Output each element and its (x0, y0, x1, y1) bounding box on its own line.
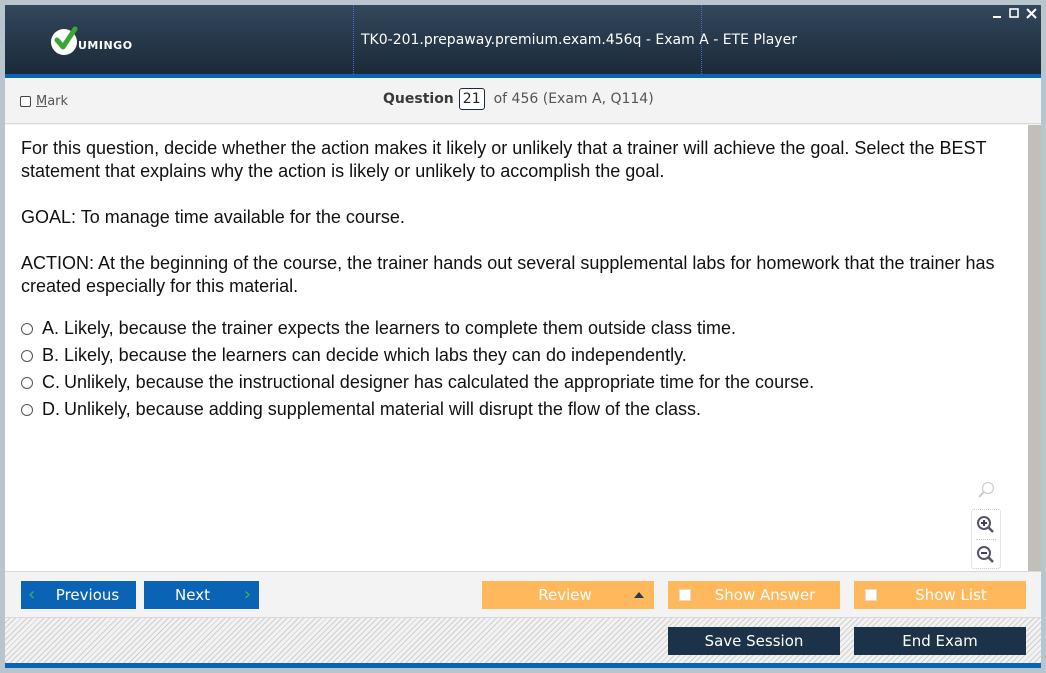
save-session-label: Save Session (704, 632, 804, 650)
zoom-out-icon[interactable] (972, 540, 1000, 569)
radio-button[interactable] (21, 403, 33, 416)
save-session-button[interactable]: Save Session (668, 627, 840, 655)
question-instructions: For this question, decide whether the ac… (21, 138, 987, 181)
maximize-icon[interactable] (1008, 7, 1020, 19)
answer-option-d[interactable]: D. Unlikely, because adding supplemental… (21, 396, 814, 423)
review-label: Review (538, 586, 592, 604)
question-number-input[interactable]: 21 (458, 88, 485, 110)
checkmark-logo-icon (51, 26, 78, 55)
navigation-bar: ‹ Previous Next › Review Show Answer Sho… (5, 571, 1041, 618)
answer-option-a[interactable]: A. Likely, because the trainer expects t… (21, 315, 814, 342)
window-title: TK0-201.prepaway.premium.exam.456q - Exa… (361, 32, 797, 48)
end-exam-button[interactable]: End Exam (854, 627, 1026, 655)
logo-text: UMINGO (78, 38, 133, 52)
show-list-checkbox[interactable] (865, 589, 877, 601)
show-answer-button[interactable]: Show Answer (668, 581, 840, 609)
show-list-button[interactable]: Show List (854, 581, 1026, 609)
option-letter: D. (42, 399, 60, 419)
option-text: Unlikely, because the instructional desi… (64, 372, 815, 392)
option-letter: C. (42, 372, 60, 392)
option-text: Likely, because the trainer expects the … (64, 318, 737, 338)
show-answer-label: Show Answer (714, 586, 816, 604)
radio-button[interactable] (21, 376, 33, 389)
zoom-controls (971, 509, 1001, 569)
zoom-tools (971, 477, 1001, 569)
question-label: Question (383, 91, 454, 107)
answer-option-c[interactable]: C. Unlikely, because the instructional d… (21, 369, 814, 396)
show-list-label: Show List (915, 586, 987, 604)
question-header: Mark Question 21 of 456 (Exam A, Q114) (5, 78, 1041, 124)
next-button[interactable]: Next › (144, 581, 259, 609)
triangle-up-icon (634, 592, 644, 598)
window-controls (991, 7, 1037, 19)
option-text: Unlikely, because adding supplemental ma… (64, 399, 701, 419)
magnifier-icon[interactable] (971, 477, 1001, 503)
previous-label: Previous (55, 586, 120, 604)
show-answer-checkbox[interactable] (679, 589, 691, 601)
previous-button[interactable]: ‹ Previous (21, 581, 136, 609)
mark-checkbox[interactable]: Mark (20, 94, 68, 109)
question-text: For this question, decide whether the ac… (21, 137, 1011, 298)
option-letter: A. (42, 318, 60, 338)
radio-button[interactable] (21, 349, 33, 362)
exam-player-window: UMINGO TK0-201.prepaway.premium.exam.456… (5, 5, 1041, 668)
radio-button[interactable] (21, 322, 33, 335)
question-counter: Question 21 of 456 (Exam A, Q114) (383, 88, 654, 110)
minimize-icon[interactable] (991, 7, 1003, 19)
question-content: For this question, decide whether the ac… (5, 125, 1028, 571)
footer-bar: Save Session End Exam (5, 618, 1041, 663)
title-bar: UMINGO TK0-201.prepaway.premium.exam.456… (5, 5, 1041, 74)
vertical-scrollbar[interactable] (1028, 125, 1041, 571)
question-total: of 456 (Exam A, Q114) (493, 91, 654, 107)
question-goal: GOAL: To manage time available for the c… (21, 207, 405, 227)
mark-label: Mark (36, 94, 69, 109)
option-text: Likely, because the learners can decide … (64, 345, 687, 365)
chevron-left-icon: ‹ (28, 584, 36, 605)
end-exam-label: End Exam (902, 632, 978, 650)
zoom-in-icon[interactable] (972, 510, 1000, 539)
answer-options: A. Likely, because the trainer expects t… (21, 315, 814, 423)
mark-checkbox-box[interactable] (20, 96, 31, 107)
review-button[interactable]: Review (482, 581, 654, 609)
next-label: Next (175, 586, 210, 604)
logo: UMINGO (51, 26, 133, 55)
option-letter: B. (42, 345, 60, 365)
chevron-right-icon: › (243, 584, 251, 605)
title-separator-left (353, 5, 354, 74)
close-icon[interactable] (1025, 7, 1037, 19)
question-action: ACTION: At the beginning of the course, … (21, 253, 995, 296)
answer-option-b[interactable]: B. Likely, because the learners can deci… (21, 342, 814, 369)
bottom-accent-bar (5, 663, 1041, 668)
